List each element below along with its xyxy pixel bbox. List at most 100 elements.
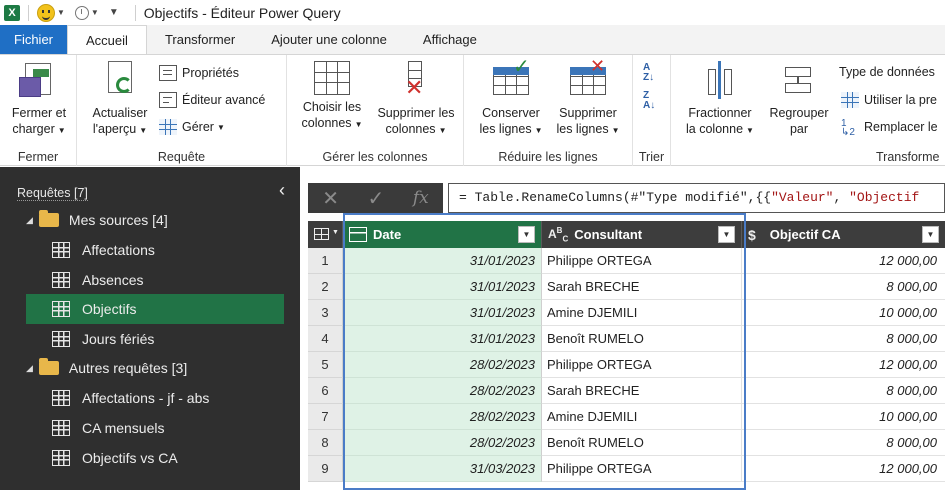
cell-objectif-ca[interactable]: 12 000,00 bbox=[742, 456, 945, 482]
cell-consultant[interactable]: Benoît RUMELO bbox=[542, 326, 742, 352]
column-header-date[interactable]: Date ▼ bbox=[343, 221, 542, 248]
cell-date[interactable]: 31/01/2023 bbox=[343, 300, 542, 326]
tab-affichage[interactable]: Affichage bbox=[405, 25, 495, 54]
group-label-transformer: Transforme bbox=[876, 150, 940, 164]
row-number[interactable]: 2 bbox=[308, 274, 343, 300]
cell-date[interactable]: 28/02/2023 bbox=[343, 378, 542, 404]
row-number[interactable]: 7 bbox=[308, 404, 343, 430]
advanced-editor-button[interactable]: Éditeur avancé bbox=[159, 92, 265, 108]
cell-objectif-ca[interactable]: 8 000,00 bbox=[742, 378, 945, 404]
cell-objectif-ca[interactable]: 10 000,00 bbox=[742, 300, 945, 326]
cell-objectif-ca[interactable]: 8 000,00 bbox=[742, 274, 945, 300]
sort-descending-icon[interactable]: Z A↓ bbox=[643, 91, 655, 111]
folder-autres-requetes[interactable]: ◢ Autres requêtes [3] bbox=[26, 353, 284, 383]
group-by-button[interactable]: Regrouper par bbox=[763, 61, 835, 137]
smiley-feedback-icon[interactable] bbox=[37, 3, 55, 22]
text-type-icon[interactable]: ABC bbox=[548, 226, 568, 243]
cell-consultant[interactable]: Amine DJEMILI bbox=[542, 300, 742, 326]
formula-input[interactable]: = Table.RenameColumns(#"Type modifié",{{… bbox=[448, 183, 945, 213]
cell-date[interactable]: 28/02/2023 bbox=[343, 404, 542, 430]
chevron-down-icon[interactable]: ▼ bbox=[91, 8, 99, 17]
split-column-button[interactable]: Fractionner la colonne ▼ bbox=[679, 61, 761, 139]
filter-dropdown-icon[interactable]: ▼ bbox=[922, 226, 939, 243]
tab-accueil[interactable]: Accueil bbox=[67, 25, 147, 54]
cell-consultant[interactable]: Sarah BRECHE bbox=[542, 274, 742, 300]
row-number[interactable]: 6 bbox=[308, 378, 343, 404]
cell-objectif-ca[interactable]: 8 000,00 bbox=[742, 326, 945, 352]
cell-date[interactable]: 31/01/2023 bbox=[343, 248, 542, 274]
row-number[interactable]: 4 bbox=[308, 326, 343, 352]
cell-consultant[interactable]: Amine DJEMILI bbox=[542, 404, 742, 430]
column-header-objectif-ca[interactable]: $ Objectif CA ▼ bbox=[742, 221, 945, 248]
query-item-objectifs-vs-ca[interactable]: Objectifs vs CA bbox=[26, 443, 284, 473]
sort-ascending-icon[interactable]: A Z↓ bbox=[643, 63, 654, 83]
tab-transformer[interactable]: Transformer bbox=[147, 25, 253, 54]
manage-button[interactable]: Gérer ▼ bbox=[159, 119, 225, 135]
row-number[interactable]: 3 bbox=[308, 300, 343, 326]
cell-objectif-ca[interactable]: 12 000,00 bbox=[742, 352, 945, 378]
query-item-absences[interactable]: Absences bbox=[26, 265, 284, 295]
use-first-row-headers-button[interactable]: Utiliser la pre bbox=[841, 92, 937, 108]
refresh-preview-button[interactable]: Actualiser l'aperçu ▼ bbox=[85, 61, 155, 139]
close-and-load-button[interactable]: Fermer et charger ▼ bbox=[6, 61, 72, 139]
cell-date[interactable]: 31/03/2023 bbox=[343, 456, 542, 482]
tab-ajouter-colonne[interactable]: Ajouter une colonne bbox=[253, 25, 405, 54]
expand-triangle-icon[interactable]: ◢ bbox=[26, 215, 33, 226]
cell-consultant[interactable]: Philippe ORTEGA bbox=[542, 352, 742, 378]
collapse-pane-icon[interactable]: ‹ bbox=[279, 180, 285, 201]
confirm-formula-icon[interactable]: ✓ bbox=[368, 186, 385, 211]
keep-rows-button[interactable]: ✓ Conserver les lignes ▼ bbox=[474, 57, 548, 139]
queries-pane: Requêtes [7] ‹ ◢ Mes sources [4] Affecta… bbox=[0, 167, 300, 490]
cell-objectif-ca[interactable]: 8 000,00 bbox=[742, 430, 945, 456]
row-number[interactable]: 5 bbox=[308, 352, 343, 378]
filter-dropdown-icon[interactable]: ▼ bbox=[518, 226, 535, 243]
query-item-ca-mensuels[interactable]: CA mensuels bbox=[26, 413, 284, 443]
cell-date[interactable]: 28/02/2023 bbox=[343, 430, 542, 456]
choose-columns-button[interactable]: Choisir les colonnes ▼ bbox=[293, 61, 371, 133]
queries-header: Requêtes [7] bbox=[17, 186, 88, 201]
folder-mes-sources[interactable]: ◢ Mes sources [4] bbox=[26, 205, 284, 235]
tab-fichier[interactable]: Fichier bbox=[0, 25, 68, 54]
data-type-button[interactable]: Type de données bbox=[839, 65, 935, 79]
choose-columns-label-1: Choisir les bbox=[302, 100, 362, 114]
remove-columns-button[interactable]: ✕ Supprimer les colonnes ▼ bbox=[371, 61, 461, 139]
table-icon bbox=[52, 450, 70, 466]
first-row-headers-label: Utiliser la pre bbox=[864, 93, 937, 107]
table-row: 1 31/01/2023 Philippe ORTEGA 12 000,00 bbox=[308, 248, 945, 274]
table-menu-button[interactable]: ▼ bbox=[308, 221, 343, 248]
column-header-consultant[interactable]: ABC Consultant ▼ bbox=[542, 221, 742, 248]
cell-date[interactable]: 31/01/2023 bbox=[343, 326, 542, 352]
properties-button[interactable]: Propriétés bbox=[159, 65, 239, 81]
query-item-jours-feries[interactable]: Jours fériés bbox=[26, 324, 284, 354]
chevron-down-icon[interactable]: ▼ bbox=[57, 8, 65, 17]
query-item-affectations[interactable]: Affectations bbox=[26, 235, 284, 265]
replace-values-label: Remplacer le bbox=[864, 120, 938, 134]
cell-consultant[interactable]: Philippe ORTEGA bbox=[542, 248, 742, 274]
table-row: 4 31/01/2023 Benoît RUMELO 8 000,00 bbox=[308, 326, 945, 352]
function-icon[interactable]: fx bbox=[413, 188, 429, 208]
keep-rows-label-2: les lignes ▼ bbox=[479, 122, 543, 136]
calendar-icon[interactable] bbox=[349, 227, 367, 242]
currency-icon[interactable]: $ bbox=[748, 227, 756, 243]
manage-label: Gérer bbox=[182, 120, 214, 134]
clock-icon[interactable] bbox=[74, 5, 89, 20]
cell-date[interactable]: 31/01/2023 bbox=[343, 274, 542, 300]
cell-consultant[interactable]: Benoît RUMELO bbox=[542, 430, 742, 456]
cancel-formula-icon[interactable]: ✕ bbox=[322, 186, 339, 211]
cell-consultant[interactable]: Philippe ORTEGA bbox=[542, 456, 742, 482]
row-number[interactable]: 1 bbox=[308, 248, 343, 274]
row-number[interactable]: 9 bbox=[308, 456, 343, 482]
row-number[interactable]: 8 bbox=[308, 430, 343, 456]
query-item-affectations-jf-abs[interactable]: Affectations - jf - abs bbox=[26, 383, 284, 413]
cell-objectif-ca[interactable]: 12 000,00 bbox=[742, 248, 945, 274]
cell-objectif-ca[interactable]: 10 000,00 bbox=[742, 404, 945, 430]
expand-triangle-icon[interactable]: ◢ bbox=[26, 363, 33, 374]
cell-consultant[interactable]: Sarah BRECHE bbox=[542, 378, 742, 404]
remove-rows-button[interactable]: ✕ Supprimer les lignes ▼ bbox=[550, 56, 626, 139]
query-item-objectifs[interactable]: Objectifs bbox=[26, 294, 284, 324]
quick-access-customize-icon[interactable]: ▼ bbox=[109, 7, 119, 18]
choose-columns-icon bbox=[314, 61, 350, 95]
filter-dropdown-icon[interactable]: ▼ bbox=[718, 226, 735, 243]
replace-values-button[interactable]: 1 ↳2 Remplacer le bbox=[841, 119, 938, 138]
cell-date[interactable]: 28/02/2023 bbox=[343, 352, 542, 378]
